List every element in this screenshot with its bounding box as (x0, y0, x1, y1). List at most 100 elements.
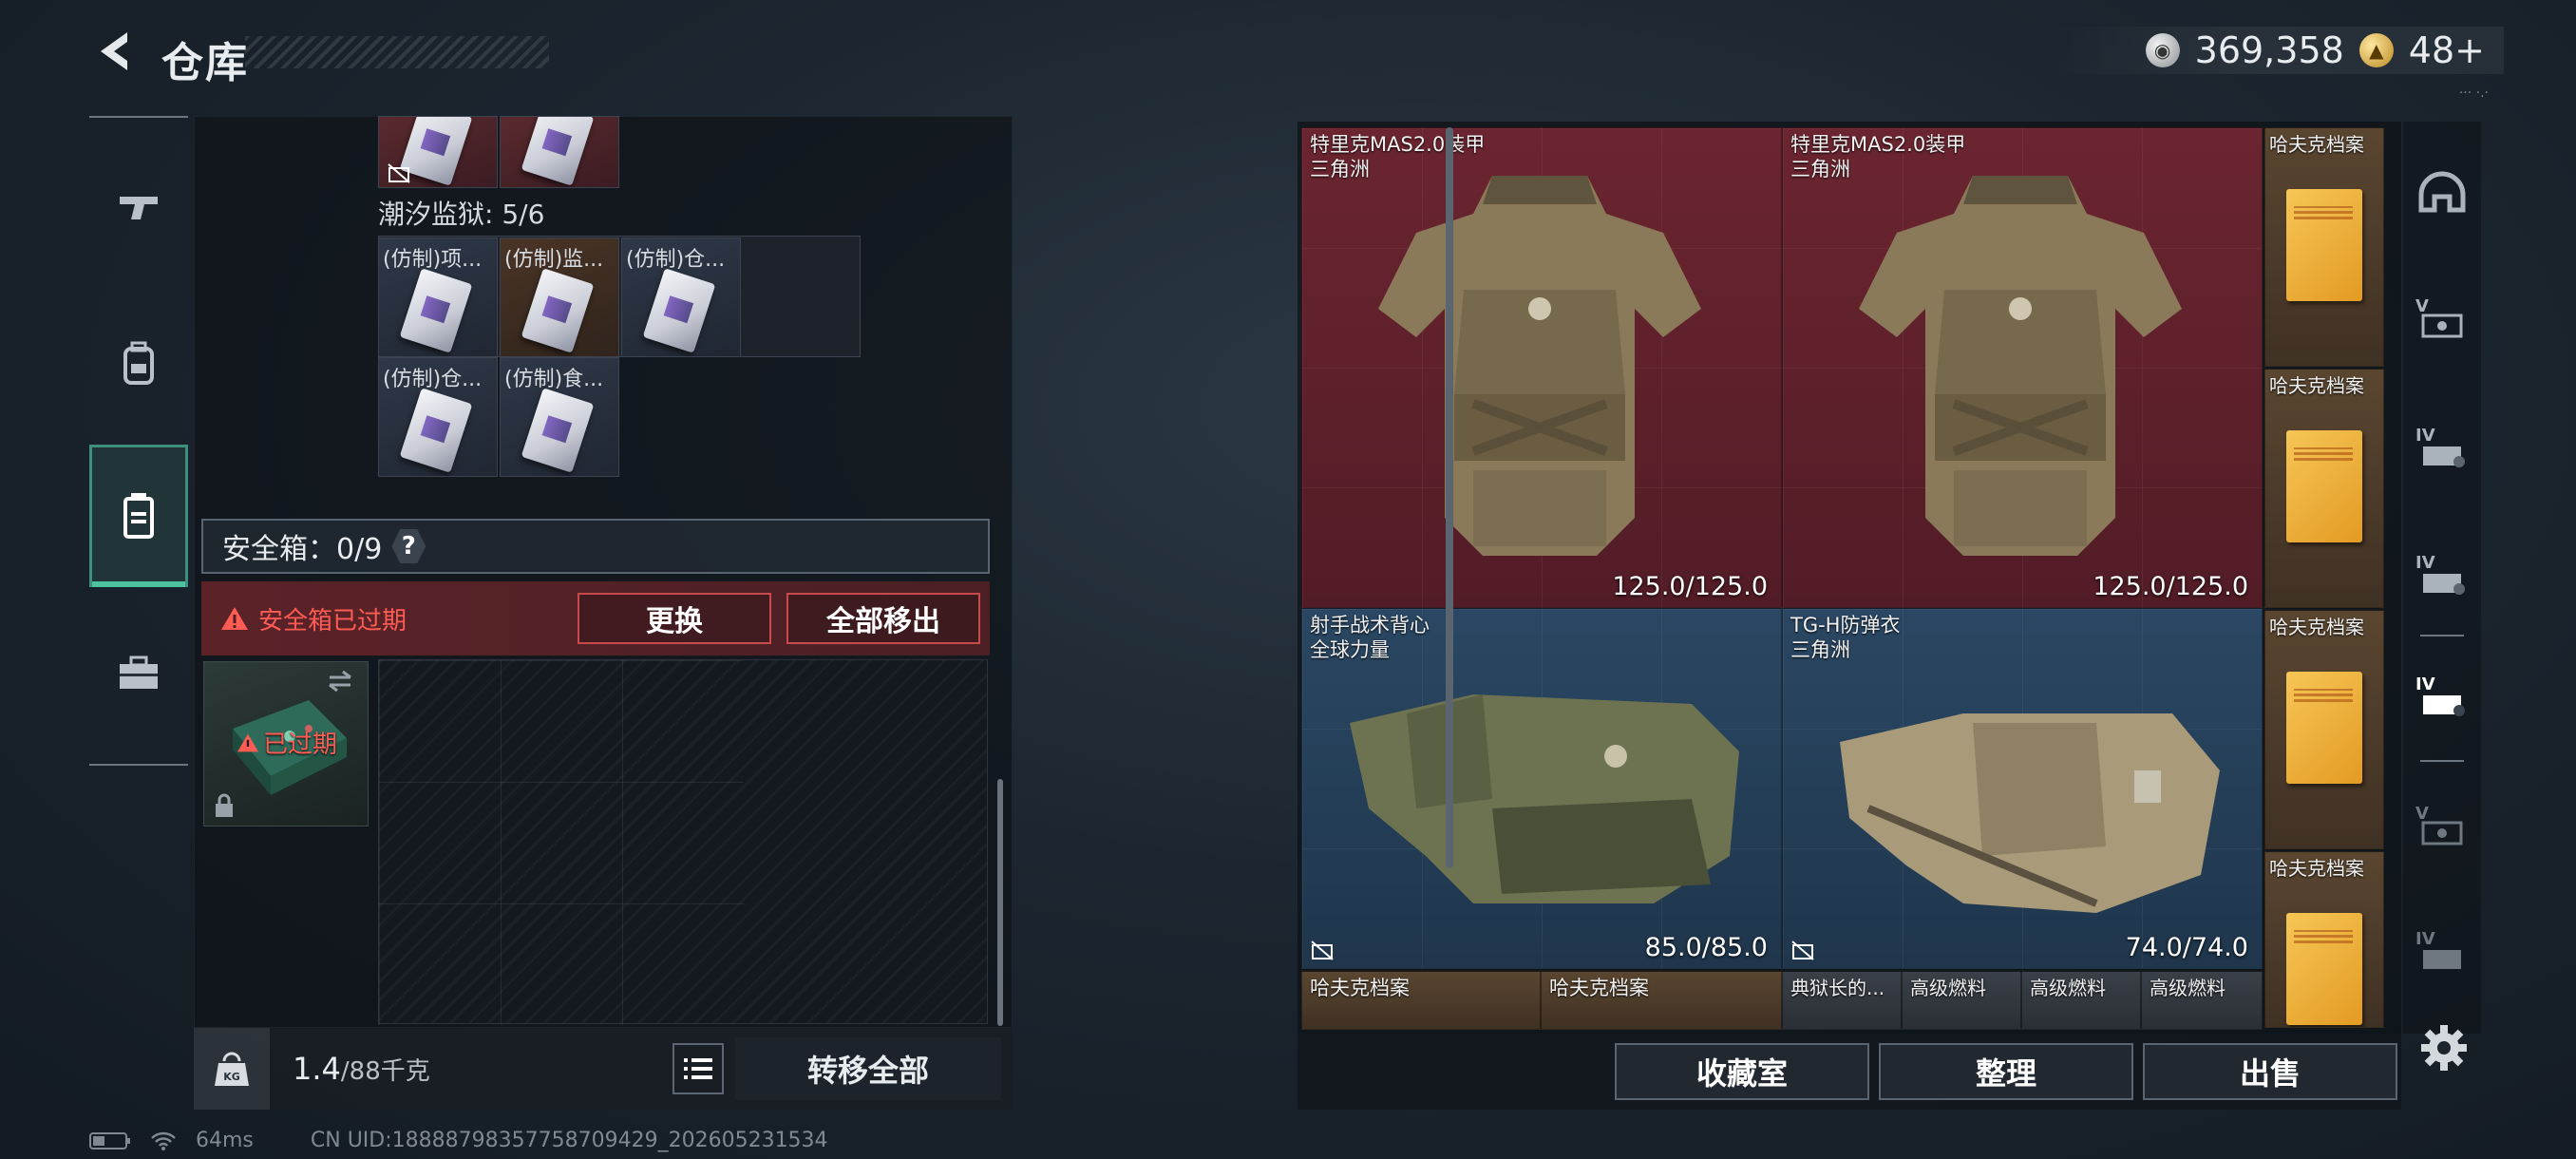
item-slot[interactable]: (仿制)仓... (621, 238, 741, 357)
inventory-item[interactable]: 哈夫克档案 (2264, 851, 2384, 1028)
remove-all-button[interactable]: 全部移出 (786, 593, 980, 644)
gold-amount: 48+ (2408, 29, 2485, 71)
swap-icon (329, 670, 351, 693)
item-name: 哈夫克档案 (2269, 616, 2364, 638)
armor-vest-icon (1378, 176, 1701, 556)
nav-backpack[interactable] (89, 293, 188, 435)
inventory-item[interactable]: TG-H防弹衣 三角洲 74.0/74.0 (1782, 608, 2263, 969)
card-icon (642, 268, 716, 353)
safe-box-grid[interactable] (378, 659, 988, 1025)
inventory-scrollbar[interactable] (1446, 127, 1453, 868)
body-armor-icon (1840, 713, 2220, 913)
inventory-footer: 收藏室 整理 出售 (1297, 1034, 2401, 1110)
rail-armor-v-b[interactable]: V (2413, 796, 2472, 855)
file-folder-icon (2286, 672, 2362, 784)
collection-room-button[interactable]: 收藏室 (1615, 1043, 1869, 1100)
inventory-item[interactable]: 哈夫克档案 (2264, 610, 2384, 849)
organize-button[interactable]: 整理 (1879, 1043, 2133, 1100)
side-nav (89, 116, 188, 766)
item-slot[interactable]: (仿制)监... (500, 238, 619, 357)
rail-armor-iv-b[interactable]: IV (2413, 545, 2472, 604)
item-name: 高级燃料 (2030, 977, 2106, 999)
item-name: 哈夫克档案 (2269, 133, 2364, 156)
rail-armor-iv-a[interactable]: IV (2413, 418, 2472, 477)
inventory-item[interactable]: 高级燃料 (1902, 971, 2021, 1030)
inventory-item[interactable]: 哈夫克档案 (2264, 127, 2384, 367)
armor-level-icon: IV (2415, 553, 2465, 595)
back-button[interactable] (87, 25, 144, 78)
inventory-item[interactable]: 哈夫克档案 (1301, 971, 1541, 1030)
inventory-item[interactable]: 特里克MAS2.0装甲 三角洲 125.0/125.0 (1301, 127, 1782, 608)
nav-weapons[interactable] (89, 135, 188, 277)
settings-button[interactable] (2418, 1022, 2470, 1074)
transfer-all-button[interactable]: 转移全部 (735, 1037, 1001, 1100)
back-arrow-icon (101, 32, 127, 70)
nav-toolbox[interactable] (89, 602, 188, 745)
weight-icon-box: KG (194, 1028, 270, 1110)
item-slot[interactable] (500, 116, 619, 188)
expired-tag-label: 已过期 (263, 731, 338, 759)
inventory-item[interactable]: 射手战术背心 全球力量 85.0/85.0 (1301, 608, 1782, 969)
weight-icon: KG (215, 1052, 249, 1086)
inventory-item[interactable]: 高级燃料 (2021, 971, 2141, 1030)
version-tag: ··· ·.· (2458, 86, 2489, 101)
gold-coin-icon: ▲ (2358, 33, 2394, 67)
armor-level-icon: IV (2415, 426, 2465, 467)
item-slot[interactable]: (仿制)仓... (378, 357, 498, 477)
rail-armor-iv-c[interactable]: IV (2413, 922, 2472, 980)
inventory-item[interactable]: 高级燃料 (2141, 971, 2263, 1030)
warning-icon (237, 733, 258, 751)
weight-value: 1.4 (293, 1051, 341, 1087)
item-slot[interactable]: (仿制)项... (378, 238, 498, 357)
armor-level-icon: V (2415, 804, 2463, 846)
weight-readout: 1.4/88千克 (293, 1051, 430, 1087)
lock-icon (216, 793, 233, 817)
item-name: (仿制)监... (504, 248, 604, 272)
inventory-item[interactable]: 哈夫克档案 (1541, 971, 1782, 1030)
gun-icon (120, 197, 158, 219)
rail-helmet[interactable] (2413, 163, 2472, 222)
expired-message: 安全箱已过期 (258, 606, 407, 636)
item-name: 哈夫克档案 (2269, 857, 2364, 880)
tide-prison-label: 潮汐监狱: 5/6 (378, 199, 545, 230)
item-name: (仿制)食... (504, 368, 604, 391)
sell-button[interactable]: 出售 (2143, 1043, 2397, 1100)
list-view-button[interactable] (672, 1043, 724, 1094)
item-name: (仿制)项... (383, 248, 483, 272)
file-folder-icon (2286, 913, 2362, 1025)
nav-safe-box[interactable] (89, 445, 188, 587)
inventory-item[interactable]: 哈夫克档案 (2264, 369, 2384, 608)
no-trade-icon (1791, 940, 1814, 960)
toolbox-icon (120, 656, 158, 689)
safe-box-slot[interactable]: 已过期 (203, 661, 369, 826)
tactical-vest-icon (1350, 694, 1739, 903)
item-name: 高级燃料 (2150, 977, 2226, 999)
armor-level-icon: V (2415, 296, 2463, 338)
item-name: TG-H防弹衣 (1790, 614, 1901, 636)
rail-armor-v[interactable]: V (2413, 289, 2472, 348)
title-decoration (245, 36, 549, 68)
item-title: 射手战术背心 全球力量 (1310, 613, 1430, 662)
item-slot[interactable] (378, 116, 498, 188)
inventory-item[interactable]: 特里克MAS2.0装甲 三角洲 125.0/125.0 (1782, 127, 2263, 608)
armor-level-icon: IV (2415, 674, 2465, 716)
item-slot[interactable]: (仿制)食... (500, 357, 619, 477)
card-icon (521, 268, 595, 353)
expired-tag: 已过期 (237, 725, 337, 760)
list-icon (684, 1058, 712, 1079)
item-title: TG-H防弹衣 三角洲 (1790, 613, 1900, 662)
card-icon (399, 388, 473, 473)
ping-readout: 64ms (196, 1129, 254, 1152)
storage-scrollbar[interactable] (997, 779, 1003, 1026)
currency-display[interactable]: ◉ 369,358 ▲ 48+ (2050, 27, 2504, 74)
warning-icon (221, 607, 248, 630)
helmet-icon (2418, 171, 2466, 213)
help-icon[interactable]: ? (391, 529, 426, 563)
replace-button[interactable]: 更换 (578, 593, 771, 644)
svg-text:IV: IV (2415, 426, 2435, 446)
rail-armor-iv-active[interactable]: IV (2413, 667, 2472, 726)
rail-divider (2420, 760, 2464, 762)
wifi-icon (151, 1131, 176, 1150)
safe-box-icon (123, 493, 154, 539)
inventory-item[interactable]: 典狱长的... (1782, 971, 1902, 1030)
